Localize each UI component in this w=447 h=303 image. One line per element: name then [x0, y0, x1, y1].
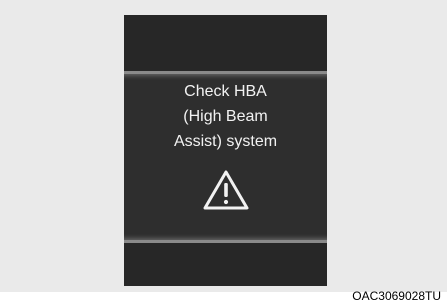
- message-line-1: Check HBA: [184, 83, 267, 100]
- message-line-2: (High Beam: [183, 108, 268, 125]
- warning-message-panel: Check HBA (High Beam Assist) system: [124, 71, 327, 243]
- instrument-cluster-display: Check HBA (High Beam Assist) system: [124, 15, 327, 286]
- figure-caption: OAC3069028TU: [352, 289, 441, 303]
- message-line-3: Assist) system: [173, 133, 278, 150]
- warning-triangle-icon: [203, 170, 249, 210]
